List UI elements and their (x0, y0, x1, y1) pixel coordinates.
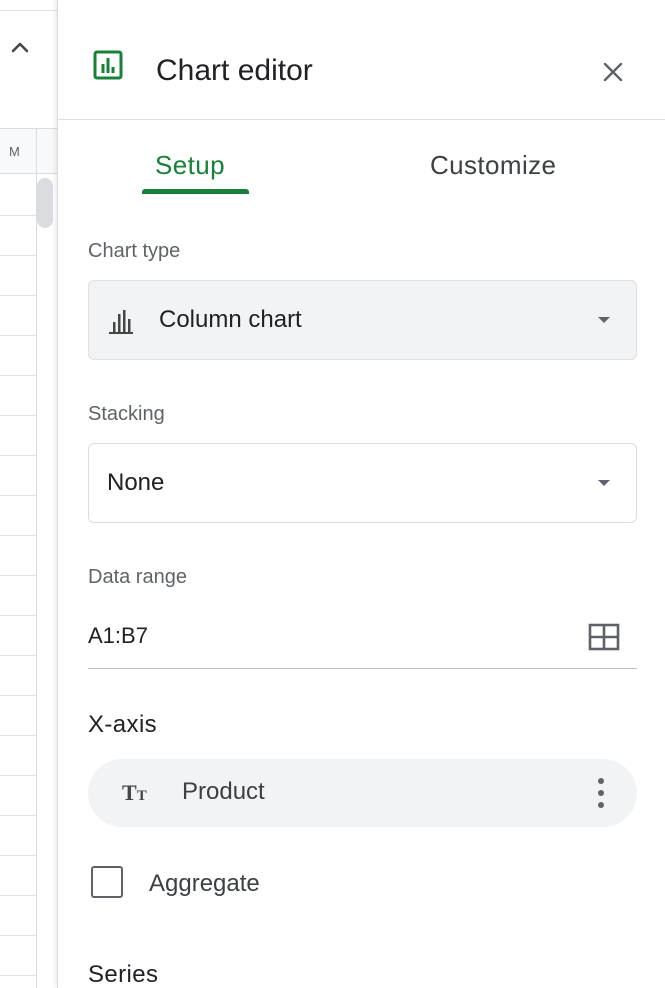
grid-select-icon[interactable] (588, 623, 620, 651)
row-gridline (0, 695, 36, 696)
chart-type-label: Chart type (88, 240, 181, 262)
row-gridline (0, 215, 36, 216)
column-divider (36, 128, 37, 988)
row-gridline (0, 935, 36, 936)
editor-header: Chart editor (58, 10, 665, 120)
row-gridline (0, 855, 36, 856)
chart-editor-panel: Chart editor Setup Customize Chart type … (57, 0, 665, 988)
chart-type-dropdown[interactable]: Column chart (88, 280, 637, 360)
series-heading: Series (88, 961, 159, 988)
close-icon (603, 62, 623, 82)
row-gridline (0, 775, 36, 776)
dropdown-arrow-icon (598, 480, 610, 486)
row-gridline (0, 535, 36, 536)
row-gridline (0, 575, 36, 576)
row-gridline (0, 735, 36, 736)
stacking-label: Stacking (88, 403, 165, 425)
stacking-dropdown[interactable]: None (88, 443, 637, 523)
aggregate-checkbox[interactable] (91, 866, 123, 898)
scrollbar-thumb[interactable] (37, 178, 53, 228)
collapse-button[interactable] (0, 22, 40, 72)
chart-editor-icon (93, 50, 123, 80)
row-gridline (0, 895, 36, 896)
row-gridline (0, 295, 36, 296)
row-gridline (0, 655, 36, 656)
x-axis-chip-label: Product (182, 778, 265, 805)
row-gridline (0, 415, 36, 416)
row-gridline (0, 375, 36, 376)
row-gridline (0, 975, 36, 976)
tab-setup[interactable]: Setup (155, 150, 225, 181)
chart-type-value: Column chart (159, 306, 302, 333)
row-gridline (0, 255, 36, 256)
row-gridline (0, 815, 36, 816)
row-gridline (0, 615, 36, 616)
active-tab-indicator (142, 189, 249, 194)
column-chart-icon (109, 310, 133, 334)
more-vert-icon[interactable] (591, 775, 611, 811)
row-gridline (0, 455, 36, 456)
row-gridline (0, 495, 36, 496)
data-range-input[interactable]: A1:B7 (88, 623, 148, 649)
aggregate-label[interactable]: Aggregate (149, 870, 260, 898)
dropdown-arrow-icon (598, 317, 610, 323)
x-axis-product-chip[interactable]: TT Product (88, 759, 637, 827)
text-type-icon: TT (122, 780, 147, 805)
spreadsheet-strip: M (0, 0, 190, 988)
x-axis-heading: X-axis (88, 711, 158, 738)
tab-customize[interactable]: Customize (430, 150, 556, 181)
data-range-label: Data range (88, 566, 187, 588)
data-range-underline (88, 668, 637, 669)
column-header-m[interactable]: M (9, 144, 20, 159)
close-button[interactable] (593, 52, 633, 92)
row-gridline (0, 335, 36, 336)
stacking-value: None (107, 469, 165, 496)
panel-title: Chart editor (156, 54, 313, 87)
chevron-up-icon (11, 42, 29, 53)
